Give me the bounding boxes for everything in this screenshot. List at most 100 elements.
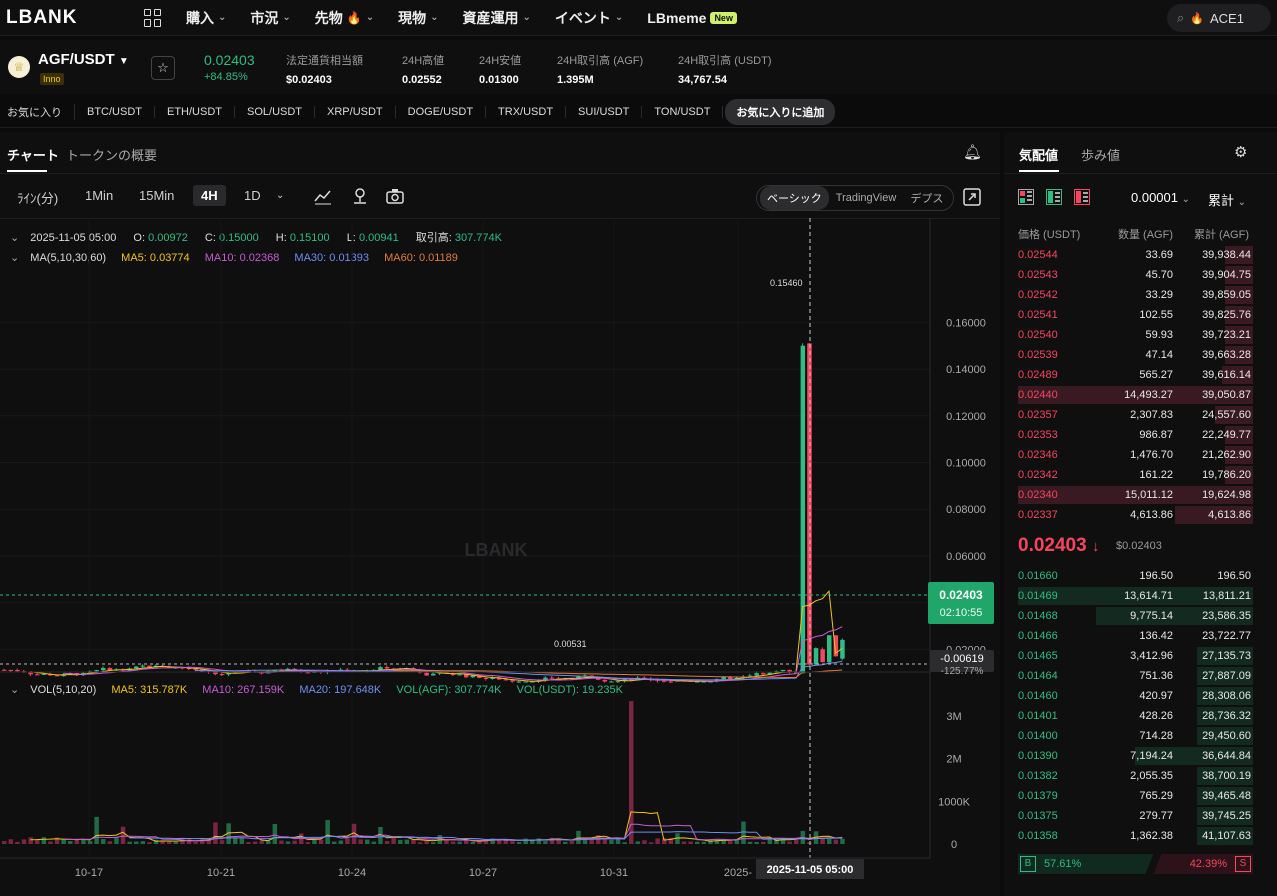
- tf-1d[interactable]: 1D: [244, 188, 261, 203]
- vol-usdt: VOL(USDT): 19.235K: [516, 684, 623, 696]
- bid-row[interactable]: 0.01401 428.26 28,736.32: [1018, 706, 1253, 726]
- search-input[interactable]: ⌕ 🔥 ACE1: [1167, 4, 1271, 32]
- tf-4h[interactable]: 4H: [193, 185, 226, 206]
- pair-selector[interactable]: AGF/USDT ▼: [38, 51, 129, 68]
- volume-bar: [279, 840, 284, 844]
- ask-row[interactable]: 0.02346 1,476.70 21,262.90: [1018, 445, 1253, 465]
- fav-pair-sui[interactable]: SUI/USDT: [566, 105, 643, 118]
- ask-row[interactable]: 0.02342 161.22 19,786.20: [1018, 465, 1253, 485]
- tf-15min[interactable]: 15Min: [139, 188, 174, 203]
- volume-bar: [345, 838, 350, 844]
- ask-row[interactable]: 0.02541 102.55 39,825.76: [1018, 305, 1253, 325]
- volume-bar: [259, 840, 264, 844]
- tab-token-overview[interactable]: トークンの概要: [66, 145, 157, 164]
- alert-bell-icon[interactable]: 🔔︎: [963, 143, 982, 161]
- ask-row[interactable]: 0.02337 4,613.86 4,613.86: [1018, 505, 1253, 525]
- view-basic[interactable]: ベーシック: [760, 186, 829, 210]
- nav-buy[interactable]: 購入 ⌄: [186, 8, 226, 28]
- ask-row[interactable]: 0.02543 45.70 39,904.75: [1018, 265, 1253, 285]
- volume-bar: [787, 841, 792, 844]
- ask-row[interactable]: 0.02542 33.29 39,859.05: [1018, 285, 1253, 305]
- fav-pair-sol[interactable]: SOL/USDT: [235, 105, 316, 118]
- tab-trades[interactable]: 歩み値: [1081, 145, 1120, 164]
- view-bids-icon[interactable]: [1046, 189, 1062, 205]
- tf-line[interactable]: ﾗｲﾝ(分): [17, 188, 58, 207]
- ask-row[interactable]: 0.02340 15,011.12 19,624.98: [1018, 485, 1253, 505]
- bid-row[interactable]: 0.01375 279.77 39,745.25: [1018, 806, 1253, 826]
- stat-value: 0.02552: [402, 74, 442, 86]
- bid-row[interactable]: 0.01465 3,412.96 27,135.73: [1018, 646, 1253, 666]
- add-favorite-button[interactable]: お気に入りに追加: [725, 98, 836, 125]
- buy-sell-ratio: B 57.61% 42.39% S: [1018, 854, 1253, 874]
- stat-value: $0.02403: [286, 74, 332, 86]
- volume-bar: [101, 839, 106, 844]
- bid-row[interactable]: 0.01466 136.42 23,722.77: [1018, 626, 1253, 646]
- volume-bar: [741, 821, 746, 844]
- fav-pair-doge[interactable]: DOGE/USDT: [396, 105, 487, 118]
- ma5-line: [30, 590, 843, 682]
- lbank-logo[interactable]: LBANK: [6, 7, 118, 29]
- bid-row[interactable]: 0.01460 420.97 28,308.06: [1018, 686, 1253, 706]
- ask-row[interactable]: 0.02540 59.93 39,723.21: [1018, 325, 1253, 345]
- bid-row[interactable]: 0.01358 1,362.38 41,107.63: [1018, 826, 1253, 846]
- depth-mode-select[interactable]: 累計 ⌄: [1208, 190, 1246, 209]
- screenshot-camera-icon[interactable]: [386, 188, 404, 204]
- view-tradingview[interactable]: TradingView: [829, 188, 904, 208]
- tf-more-chevron-icon[interactable]: ⌄: [276, 190, 284, 201]
- view-depth[interactable]: デプス: [903, 186, 950, 210]
- nav-lbmeme[interactable]: LBmeme New: [647, 10, 737, 26]
- collapse-chevron-icon[interactable]: ⌄: [10, 684, 19, 696]
- fav-pair-trx[interactable]: TRX/USDT: [486, 105, 567, 118]
- ask-price: 0.02353: [1018, 429, 1058, 441]
- tf-1min[interactable]: 1Min: [85, 188, 113, 203]
- ask-row[interactable]: 0.02440 14,493.27 39,050.87: [1018, 385, 1253, 405]
- nav-earn[interactable]: 資産運用 ⌄: [463, 8, 531, 28]
- indicator-icon[interactable]: [314, 189, 332, 205]
- nav-events[interactable]: イベント ⌄: [555, 8, 623, 28]
- bid-row[interactable]: 0.01390 7,194.24 36,644.84: [1018, 746, 1253, 766]
- ask-row[interactable]: 0.02353 986.87 22,249.77: [1018, 425, 1253, 445]
- ask-total: 39,616.14: [1202, 369, 1251, 381]
- apps-grid-icon[interactable]: [144, 8, 162, 27]
- bid-row[interactable]: 0.01464 751.36 27,887.09: [1018, 666, 1253, 686]
- volume-bar: [840, 838, 845, 844]
- tick-size-select[interactable]: 0.00001 ⌄: [1131, 190, 1190, 205]
- nav-market[interactable]: 市況 ⌄: [250, 8, 290, 28]
- view-asks-icon[interactable]: [1074, 189, 1090, 205]
- fav-pair-eth[interactable]: ETH/USDT: [155, 105, 235, 118]
- bid-row[interactable]: 0.01468 9,775.14 23,586.35: [1018, 606, 1253, 626]
- settings-sliders-icon[interactable]: ⚙: [1234, 143, 1247, 161]
- bid-row[interactable]: 0.01469 13,614.71 13,811.21: [1018, 586, 1253, 606]
- draw-tool-icon[interactable]: [351, 187, 369, 205]
- ask-row[interactable]: 0.02544 33.69 39,938.44: [1018, 245, 1253, 265]
- volume-bar: [219, 840, 225, 844]
- bid-row[interactable]: 0.01660 196.50 196.50: [1018, 566, 1253, 586]
- nav-spot[interactable]: 現物 ⌄: [398, 8, 438, 28]
- ask-row[interactable]: 0.02489 565.27 39,616.14: [1018, 365, 1253, 385]
- tab-orderbook[interactable]: 気配値: [1019, 145, 1058, 164]
- bid-row[interactable]: 0.01379 765.29 39,465.48: [1018, 786, 1253, 806]
- candle: [35, 674, 40, 676]
- view-both-icon[interactable]: [1018, 189, 1034, 205]
- tab-chart[interactable]: チャート: [7, 145, 59, 164]
- bid-row[interactable]: 0.01400 714.28 29,450.60: [1018, 726, 1253, 746]
- bid-row[interactable]: 0.01382 2,055.35 38,700.19: [1018, 766, 1253, 786]
- ask-row[interactable]: 0.02357 2,307.83 24,557.60: [1018, 405, 1253, 425]
- mid-price-value: 0.02403: [1018, 535, 1087, 556]
- volume-bar: [701, 841, 707, 844]
- arrow-down-icon: ↓: [1091, 538, 1100, 555]
- volume-bar: [272, 823, 278, 844]
- ask-quantity: 33.29: [1145, 289, 1173, 301]
- volume-bar: [543, 841, 548, 844]
- fav-pair-xrp[interactable]: XRP/USDT: [315, 105, 396, 118]
- fav-pair-btc[interactable]: BTC/USDT: [75, 105, 155, 118]
- volume-bar: [147, 842, 152, 844]
- ask-row[interactable]: 0.02539 47.14 39,663.28: [1018, 345, 1253, 365]
- favorite-star-icon[interactable]: ☆: [151, 56, 175, 80]
- price-chart[interactable]: LBANK 0.16000 0.14000 0.12000 0.10000 0.0800…: [0, 218, 1000, 896]
- volume-bar: [411, 839, 416, 844]
- volume-bar: [68, 841, 73, 844]
- fullscreen-icon[interactable]: [963, 188, 981, 206]
- nav-futures[interactable]: 先物 🔥 ⌄: [315, 8, 374, 28]
- fav-pair-ton[interactable]: TON/USDT: [642, 105, 724, 118]
